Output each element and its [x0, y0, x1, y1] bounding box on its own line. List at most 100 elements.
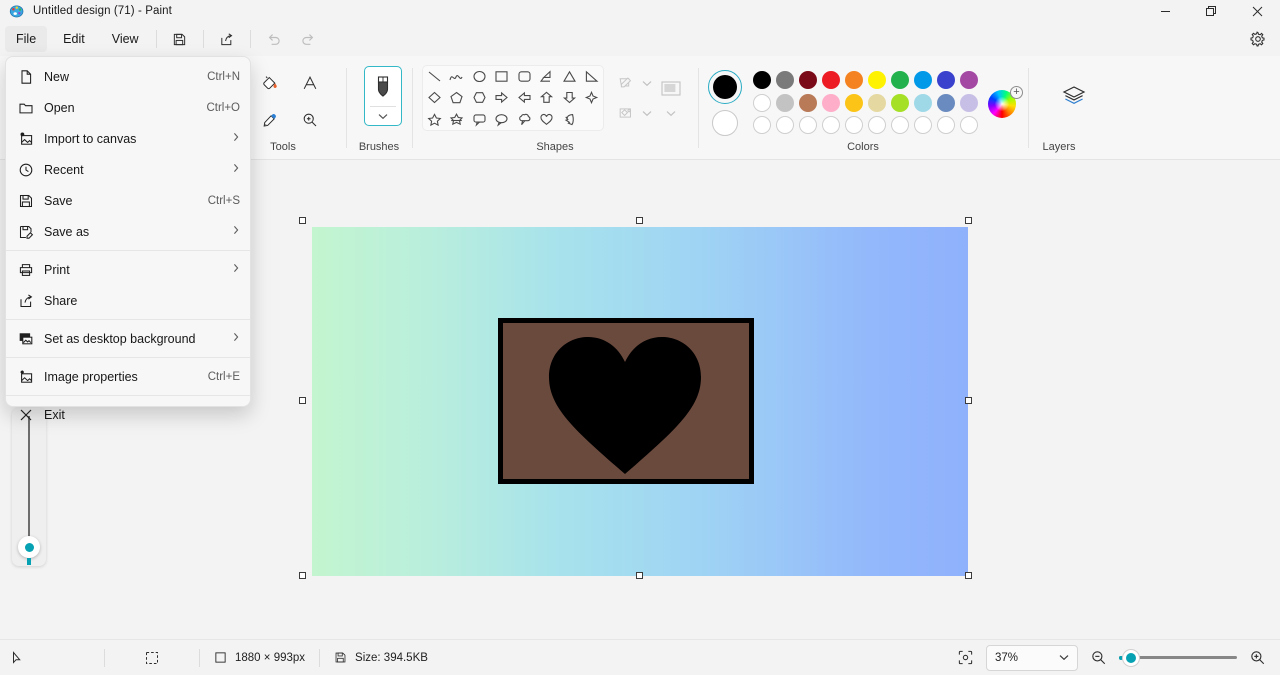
hexagon-shape[interactable] [468, 88, 490, 108]
color-swatch-3-8[interactable] [911, 114, 934, 136]
right-arrow-shape[interactable] [491, 88, 513, 108]
color-swatch-3-1[interactable] [750, 114, 773, 136]
color-swatch-3-9[interactable] [934, 114, 957, 136]
five-point-star-shape[interactable] [423, 109, 445, 129]
redo-arrow-icon[interactable] [291, 26, 325, 52]
image-canvas[interactable] [299, 217, 972, 579]
color-swatch-3-6[interactable] [865, 114, 888, 136]
magnifier-minus-icon[interactable] [1090, 649, 1107, 666]
brush-size-flyout[interactable] [12, 408, 46, 566]
menu-item-open[interactable]: Open Ctrl+O [6, 92, 250, 123]
selection-handle-bottom-left[interactable] [299, 572, 306, 579]
four-point-star-shape[interactable] [581, 88, 603, 108]
six-point-star-shape[interactable] [446, 109, 468, 129]
fill-control[interactable] [612, 98, 656, 128]
chevron-down-icon[interactable] [1059, 654, 1069, 661]
color-swatch-3-3[interactable] [796, 114, 819, 136]
color-swatch-1-9[interactable] [934, 68, 957, 92]
cloud-callout-shape[interactable] [513, 109, 535, 129]
color-swatch-1-8[interactable] [911, 68, 934, 92]
color-swatch-2-3[interactable] [796, 92, 819, 114]
menu-item-recent[interactable]: Recent [6, 154, 250, 185]
file-menu[interactable]: New Ctrl+N Open Ctrl+O Import to canvas Recen… [5, 56, 251, 422]
menu-item-exit[interactable]: Exit [6, 399, 250, 430]
line-shape[interactable] [423, 67, 445, 87]
selection-handle-top-center[interactable] [636, 217, 643, 224]
heart-shape[interactable] [545, 331, 705, 476]
menu-item-new[interactable]: New Ctrl+N [6, 61, 250, 92]
zoom-slider-knob[interactable] [1123, 649, 1139, 666]
color-swatch-2-7[interactable] [888, 92, 911, 114]
color-swatch-1-6[interactable] [865, 68, 888, 92]
color-swatch-2-6[interactable] [865, 92, 888, 114]
zoom-slider[interactable] [1119, 649, 1237, 666]
down-arrow-shape[interactable] [558, 88, 580, 108]
color-swatch-3-4[interactable] [819, 114, 842, 136]
color-swatch-2-1[interactable] [750, 92, 773, 114]
minimize-icon[interactable] [1142, 0, 1188, 22]
oval-callout-shape[interactable] [491, 109, 513, 129]
menu-item-set-as-desktop-background[interactable]: Set as desktop background [6, 323, 250, 354]
rounded-callout-shape[interactable] [468, 109, 490, 129]
polygon-shape[interactable] [536, 67, 558, 87]
color-swatch-1-7[interactable] [888, 68, 911, 92]
color-swatch-2-2[interactable] [773, 92, 796, 114]
magnifier-plus-icon[interactable] [290, 101, 330, 138]
menu-item-import-to-canvas[interactable]: Import to canvas [6, 123, 250, 154]
right-triangle-shape[interactable] [581, 67, 603, 87]
menu-view[interactable]: View [101, 26, 150, 52]
zoom-level-select[interactable]: 37% [986, 644, 1078, 671]
curve-shape[interactable] [446, 67, 468, 87]
menu-item-save[interactable]: Save Ctrl+S [6, 185, 250, 216]
triangle-shape[interactable] [558, 67, 580, 87]
chevron-down-icon[interactable] [638, 70, 656, 96]
color-swatch-1-1[interactable] [750, 68, 773, 92]
color-swatch-1-5[interactable] [842, 68, 865, 92]
paint-bucket-icon[interactable] [250, 64, 290, 101]
floppy-disk-icon[interactable] [163, 26, 197, 52]
selection-handle-top-right[interactable] [965, 217, 972, 224]
oval-shape[interactable] [468, 67, 490, 87]
artwork-frame[interactable] [498, 318, 754, 484]
up-arrow-shape[interactable] [536, 88, 558, 108]
heart-shape[interactable] [536, 109, 558, 129]
primary-color-swatch[interactable] [708, 70, 742, 104]
canvas-gradient-background[interactable] [312, 227, 968, 576]
brushes-button[interactable] [364, 66, 402, 126]
outline-control[interactable] [612, 68, 656, 98]
selection-handle-middle-left[interactable] [299, 397, 306, 404]
color-swatch-1-2[interactable] [773, 68, 796, 92]
rounded-rectangle-shape[interactable] [513, 67, 535, 87]
selection-handle-bottom-center[interactable] [636, 572, 643, 579]
eyedropper-icon[interactable] [250, 101, 290, 138]
rectangle-shape[interactable] [491, 67, 513, 87]
color-swatch-3-7[interactable] [888, 114, 911, 136]
diamond-shape[interactable] [423, 88, 445, 108]
secondary-color-swatch[interactable] [708, 106, 742, 140]
chevron-down-icon[interactable] [638, 100, 656, 126]
size-control[interactable] [658, 78, 684, 117]
left-arrow-shape[interactable] [513, 88, 535, 108]
selection-handle-bottom-right[interactable] [965, 572, 972, 579]
fit-to-window-icon[interactable] [957, 649, 974, 666]
restore-icon[interactable] [1188, 0, 1234, 22]
selection-handle-top-left[interactable] [299, 217, 306, 224]
color-swatch-1-4[interactable] [819, 68, 842, 92]
color-swatch-2-5[interactable] [842, 92, 865, 114]
magnifier-plus-icon[interactable] [1249, 649, 1266, 666]
menu-item-share[interactable]: Share [6, 285, 250, 316]
color-swatch-2-9[interactable] [934, 92, 957, 114]
undo-arrow-icon[interactable] [257, 26, 291, 52]
color-swatch-3-5[interactable] [842, 114, 865, 136]
menu-item-image-properties[interactable]: Image properties Ctrl+E [6, 361, 250, 392]
selection-handle-middle-right[interactable] [965, 397, 972, 404]
menu-file[interactable]: File [5, 26, 48, 52]
color-swatch-3-2[interactable] [773, 114, 796, 136]
chevron-down-icon[interactable] [658, 110, 684, 117]
share-arrow-icon[interactable] [210, 26, 244, 52]
layers-button[interactable] [1052, 78, 1096, 118]
gear-icon[interactable] [1244, 26, 1272, 52]
color-swatch-1-10[interactable] [957, 68, 980, 92]
color-swatch-2-10[interactable] [957, 92, 980, 114]
menu-item-print[interactable]: Print [6, 254, 250, 285]
